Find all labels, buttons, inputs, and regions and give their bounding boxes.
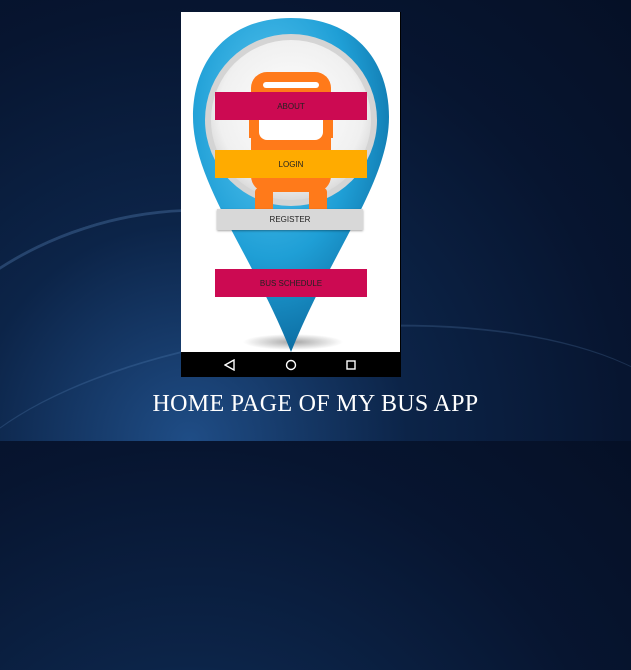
recents-square-icon[interactable]: [345, 359, 357, 371]
map-pin-logo-icon: [193, 18, 389, 352]
login-button[interactable]: LOGIN: [215, 150, 367, 178]
register-button[interactable]: REGISTER: [217, 209, 363, 230]
home-circle-icon[interactable]: [285, 359, 297, 371]
back-triangle-icon[interactable]: [224, 359, 236, 371]
slide-caption: HOME PAGE OF MY BUS APP: [152, 391, 479, 417]
app-screen: ABOUT LOGIN REGISTER BUS SCHEDULE: [181, 12, 400, 352]
phone-frame: ABOUT LOGIN REGISTER BUS SCHEDULE: [181, 12, 401, 377]
about-button[interactable]: ABOUT: [215, 92, 367, 120]
bus-schedule-button[interactable]: BUS SCHEDULE: [215, 269, 367, 297]
android-navigation-bar: [181, 353, 401, 377]
